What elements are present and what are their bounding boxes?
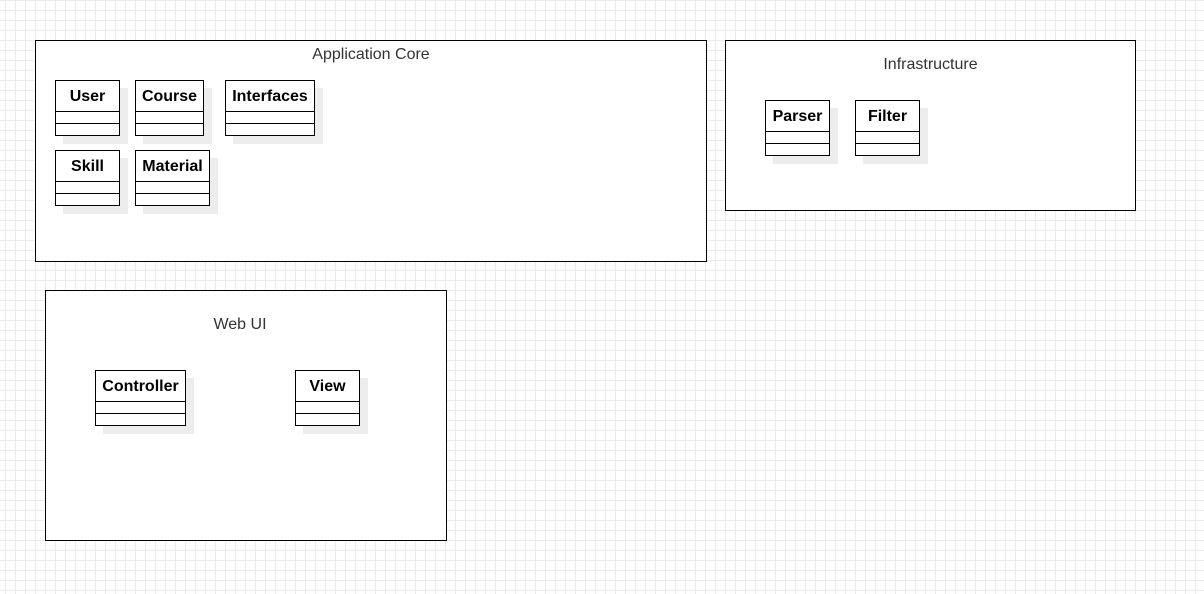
class-attributes: [96, 402, 185, 414]
package-web-ui[interactable]: Web UI Controller View: [45, 290, 447, 541]
class-filter[interactable]: Filter: [855, 100, 920, 156]
class-parser[interactable]: Parser: [765, 100, 830, 156]
class-user[interactable]: User: [55, 80, 120, 136]
class-name: Controller: [96, 371, 185, 402]
class-name: Filter: [856, 101, 919, 132]
class-operations: [226, 124, 314, 135]
class-operations: [56, 124, 119, 135]
class-attributes: [766, 132, 829, 144]
class-name: User: [56, 81, 119, 112]
class-operations: [856, 144, 919, 155]
class-operations: [296, 414, 359, 425]
class-name: Skill: [56, 151, 119, 182]
class-attributes: [296, 402, 359, 414]
class-name: View: [296, 371, 359, 402]
class-name: Course: [136, 81, 203, 112]
package-label: Infrastructure: [883, 56, 978, 73]
class-skill[interactable]: Skill: [55, 150, 120, 206]
package-application-core[interactable]: Application Core User Course Interfaces …: [35, 40, 707, 262]
class-attributes: [56, 112, 119, 124]
class-interfaces[interactable]: Interfaces: [225, 80, 315, 136]
class-attributes: [136, 112, 203, 124]
class-operations: [136, 194, 209, 205]
class-operations: [136, 124, 203, 135]
package-infrastructure[interactable]: Infrastructure Parser Filter: [725, 40, 1136, 211]
class-attributes: [136, 182, 209, 194]
class-name: Material: [136, 151, 209, 182]
class-attributes: [56, 182, 119, 194]
class-course[interactable]: Course: [135, 80, 204, 136]
package-label: Web UI: [213, 316, 267, 333]
class-controller[interactable]: Controller: [95, 370, 186, 426]
class-material[interactable]: Material: [135, 150, 210, 206]
class-attributes: [856, 132, 919, 144]
package-label: Application Core: [312, 46, 430, 63]
class-name: Parser: [766, 101, 829, 132]
class-operations: [96, 414, 185, 425]
class-operations: [56, 194, 119, 205]
class-operations: [766, 144, 829, 155]
class-attributes: [226, 112, 314, 124]
class-name: Interfaces: [226, 81, 314, 112]
class-view[interactable]: View: [295, 370, 360, 426]
